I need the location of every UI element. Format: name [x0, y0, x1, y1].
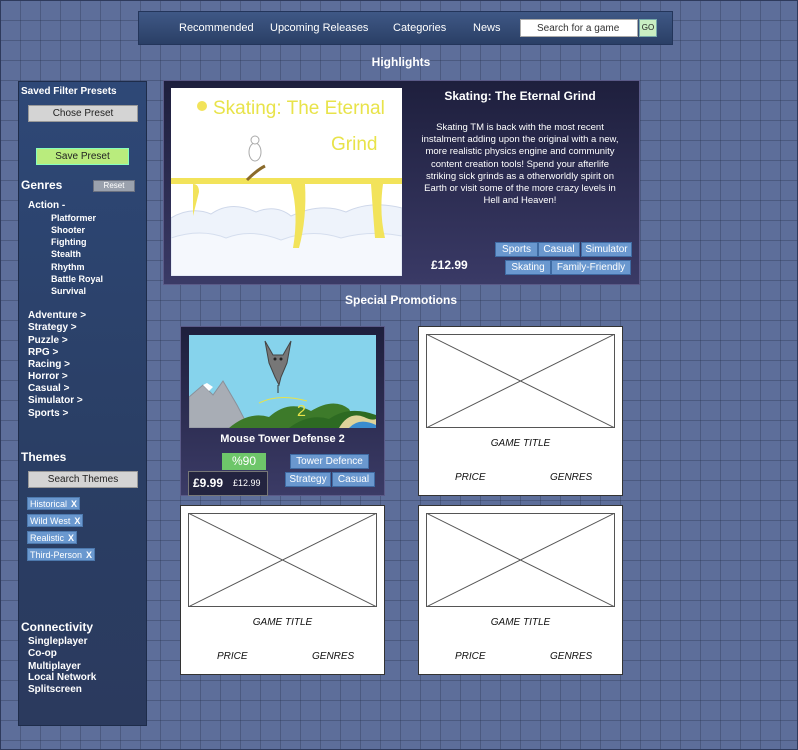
special-promotions-heading: Special Promotions	[344, 293, 458, 307]
sale-price: £9.99	[193, 476, 224, 490]
nav-recommended[interactable]: Recommended	[179, 12, 254, 44]
promo-art-number: 2	[297, 403, 306, 420]
subgenre-platformer[interactable]: Platformer	[51, 213, 96, 223]
image-placeholder-icon	[426, 334, 615, 428]
genre-puzzle[interactable]: Puzzle >	[28, 335, 68, 346]
theme-tag-label: Third-Person	[30, 550, 83, 560]
theme-tag-label: Historical	[30, 499, 68, 509]
genres-reset-button[interactable]: Reset	[93, 180, 135, 192]
highlight-description: Skating TM is back with the most recent …	[421, 122, 619, 207]
genre-horror[interactable]: Horror >	[28, 371, 68, 382]
genre-strategy[interactable]: Strategy >	[28, 322, 77, 333]
promo-card-placeholder[interactable]: GAME TITLE PRICE GENRES	[418, 326, 623, 496]
search-themes-input[interactable]: Search Themes	[28, 471, 138, 488]
game-title-placeholder: GAME TITLE	[490, 438, 551, 449]
saved-filter-presets-title: Saved Filter Presets	[21, 86, 117, 97]
game-title-placeholder: GAME TITLE	[490, 617, 551, 628]
art-title-line-1: Skating: The Eternal	[213, 98, 385, 119]
subgenre-survival[interactable]: Survival	[51, 286, 86, 296]
theme-tag-realistic[interactable]: Realistic X	[27, 531, 78, 544]
subgenre-rhythm[interactable]: Rhythm	[51, 262, 85, 272]
subgenre-stealth[interactable]: Stealth	[51, 249, 81, 259]
save-preset-button[interactable]: Save Preset	[36, 148, 129, 165]
connectivity-splitscreen[interactable]: Splitscreen	[28, 684, 82, 695]
original-price: £12.99	[233, 478, 261, 488]
image-placeholder-icon	[188, 513, 377, 607]
promo-card-placeholder[interactable]: GAME TITLE PRICE GENRES	[180, 505, 385, 675]
connectivity-title: Connectivity	[21, 620, 94, 634]
theme-tag-label: Wild West	[30, 516, 71, 526]
remove-tag-icon[interactable]: X	[68, 533, 74, 543]
subgenre-battle-royal[interactable]: Battle Royal	[51, 274, 103, 284]
nav-upcoming-releases[interactable]: Upcoming Releases	[270, 12, 368, 44]
filter-sidebar: Saved Filter Presets Chose Preset Save P…	[18, 81, 147, 726]
remove-tag-icon[interactable]: X	[74, 516, 80, 526]
genre-action[interactable]: Action -	[28, 200, 65, 211]
tag-sports[interactable]: Sports	[495, 242, 538, 257]
nav-news[interactable]: News	[473, 12, 501, 44]
subgenre-shooter[interactable]: Shooter	[51, 225, 85, 235]
tag-casual[interactable]: Casual	[332, 472, 375, 487]
tag-tower-defence[interactable]: Tower Defence	[290, 454, 369, 469]
price-box: £9.99 £12.99	[188, 471, 268, 496]
art-title-line-2: Grind	[331, 134, 378, 155]
tag-strategy[interactable]: Strategy	[285, 472, 331, 487]
price-placeholder: PRICE	[455, 472, 486, 483]
theme-tag-third-person[interactable]: Third-Person X	[27, 548, 96, 561]
theme-tag-wild-west[interactable]: Wild West X	[27, 514, 84, 527]
genre-casual[interactable]: Casual >	[28, 383, 69, 394]
tag-casual[interactable]: Casual	[538, 242, 580, 257]
connectivity-multiplayer[interactable]: Multiplayer	[28, 661, 81, 672]
promo-card-mouse-tower-defense[interactable]: 2 Mouse Tower Defense 2 %90 £9.99 £12.99…	[180, 326, 385, 496]
game-title-placeholder: GAME TITLE	[252, 617, 313, 628]
remove-tag-icon[interactable]: X	[71, 499, 77, 509]
tag-simulator[interactable]: Simulator	[581, 242, 632, 257]
promo-card-placeholder[interactable]: GAME TITLE PRICE GENRES	[418, 505, 623, 675]
genre-racing[interactable]: Racing >	[28, 359, 70, 370]
subgenre-fighting[interactable]: Fighting	[51, 237, 87, 247]
game-search-input[interactable]	[520, 19, 638, 37]
genre-simulator[interactable]: Simulator >	[28, 395, 83, 406]
promo-game-title[interactable]: Mouse Tower Defense 2	[181, 433, 384, 445]
search-go-button[interactable]: GO	[639, 19, 657, 37]
discount-badge: %90	[222, 453, 266, 470]
connectivity-co-op[interactable]: Co-op	[28, 648, 57, 659]
connectivity-local-network[interactable]: Local Network	[28, 672, 96, 683]
highlight-panel[interactable]: Skating: The Eternal Grind Skating: The …	[163, 80, 640, 285]
promo-game-art[interactable]: 2	[188, 335, 376, 429]
genres-title: Genres	[21, 178, 63, 192]
genres-placeholder: GENRES	[550, 472, 593, 483]
genres-placeholder: GENRES	[312, 651, 355, 662]
image-placeholder-icon	[426, 513, 615, 607]
chose-preset-button[interactable]: Chose Preset	[28, 105, 138, 122]
tower-defense-game-image	[188, 335, 376, 429]
highlights-heading: Highlights	[371, 55, 431, 69]
price-placeholder: PRICE	[217, 651, 248, 662]
highlight-game-title[interactable]: Skating: The Eternal Grind	[414, 89, 626, 103]
highlight-game-art[interactable]: Skating: The Eternal Grind	[170, 88, 403, 277]
genres-placeholder: GENRES	[550, 651, 593, 662]
top-navigation-bar: Recommended Upcoming Releases Categories…	[138, 11, 673, 45]
themes-title: Themes	[21, 450, 67, 464]
theme-tag-historical[interactable]: Historical X	[27, 497, 81, 510]
price-placeholder: PRICE	[455, 651, 486, 662]
theme-tag-label: Realistic	[30, 533, 65, 543]
tag-family-friendly[interactable]: Family-Friendly	[551, 260, 631, 275]
connectivity-singleplayer[interactable]: Singleplayer	[28, 636, 87, 647]
remove-tag-icon[interactable]: X	[86, 550, 92, 560]
genre-sports[interactable]: Sports >	[28, 408, 68, 419]
genre-adventure[interactable]: Adventure >	[28, 310, 86, 321]
genre-rpg[interactable]: RPG >	[28, 347, 58, 358]
tag-skating[interactable]: Skating	[505, 260, 551, 275]
highlight-price: £12.99	[431, 258, 468, 272]
nav-categories[interactable]: Categories	[393, 12, 446, 44]
